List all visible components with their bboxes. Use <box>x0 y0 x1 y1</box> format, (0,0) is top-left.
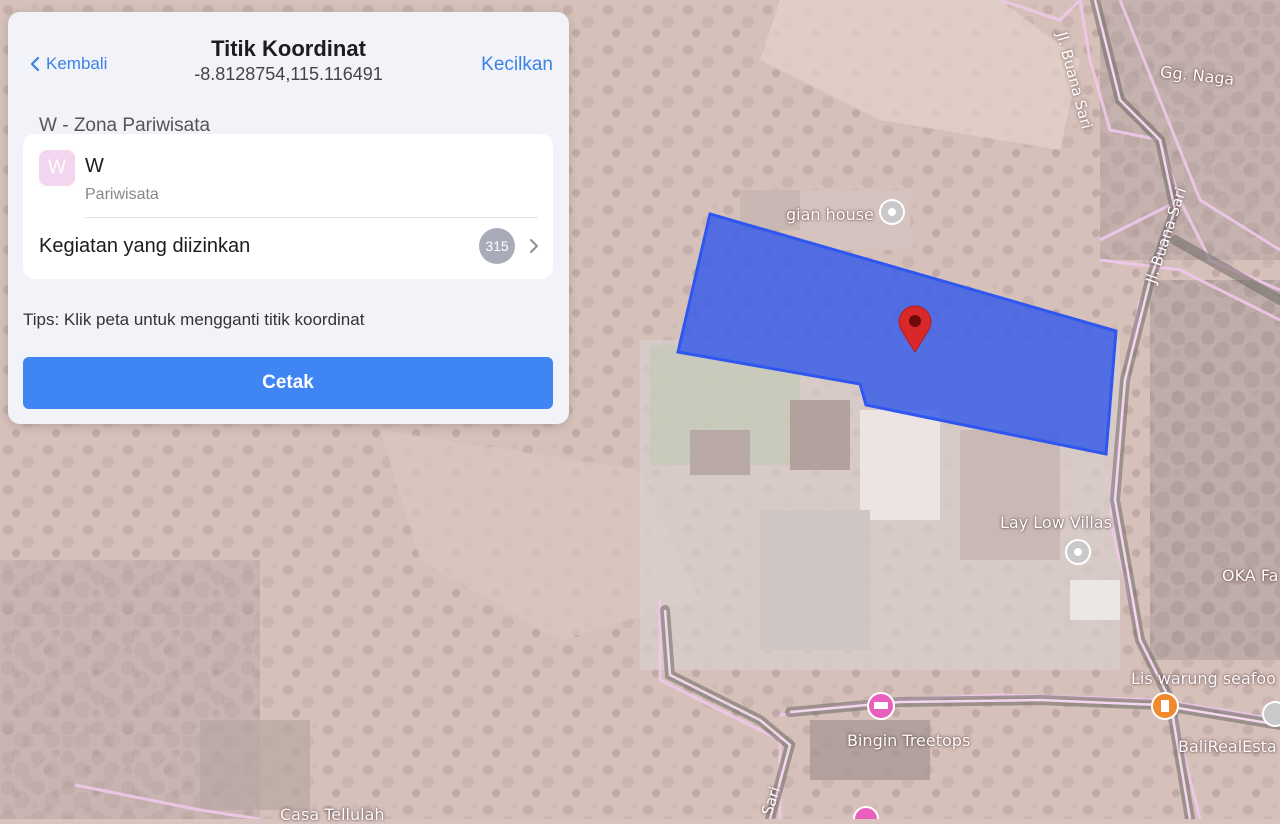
zone-code: W <box>85 155 104 177</box>
map-label-casa-tellulah[interactable]: Casa Tellulah <box>280 805 385 824</box>
minimize-button[interactable]: Kecilkan <box>481 54 553 76</box>
allowed-activities-label: Kegiatan yang diizinkan <box>39 235 251 257</box>
map-label-lay-low-villas[interactable]: Lay Low Villas <box>1000 513 1112 532</box>
coordinate-panel: Kembali Titik Koordinat -8.8128754,115.1… <box>8 12 569 424</box>
map-label-oka[interactable]: OKA Fa <box>1222 566 1278 585</box>
hotel-icon <box>867 692 895 720</box>
print-button[interactable]: Cetak <box>23 357 553 409</box>
tips-text: Tips: Klik peta untuk mengganti titik ko… <box>23 310 365 329</box>
zone-badge: W <box>39 150 75 186</box>
chevron-right-icon <box>530 239 538 253</box>
map-label-bingin-treetops[interactable]: Bingin Treetops <box>847 731 970 750</box>
restaurant-icon <box>1151 692 1179 720</box>
poi-marker-icon <box>1065 539 1091 565</box>
map-label-lis-warung[interactable]: Lis warung seafoo <box>1131 669 1276 688</box>
allowed-activities-count-badge: 315 <box>479 228 515 264</box>
map-label-bali-real-estate[interactable]: BaliRealEsta <box>1178 737 1277 756</box>
map-label-gian-house[interactable]: gian house <box>786 205 874 224</box>
zone-name: Pariwisata <box>85 186 159 203</box>
poi-marker-icon <box>1262 701 1280 727</box>
poi-marker-icon <box>879 199 905 225</box>
allowed-activities-row[interactable]: Kegiatan yang diizinkan 315 <box>23 218 553 278</box>
zone-card: W W Pariwisata Kegiatan yang diizinkan 3… <box>23 134 553 279</box>
